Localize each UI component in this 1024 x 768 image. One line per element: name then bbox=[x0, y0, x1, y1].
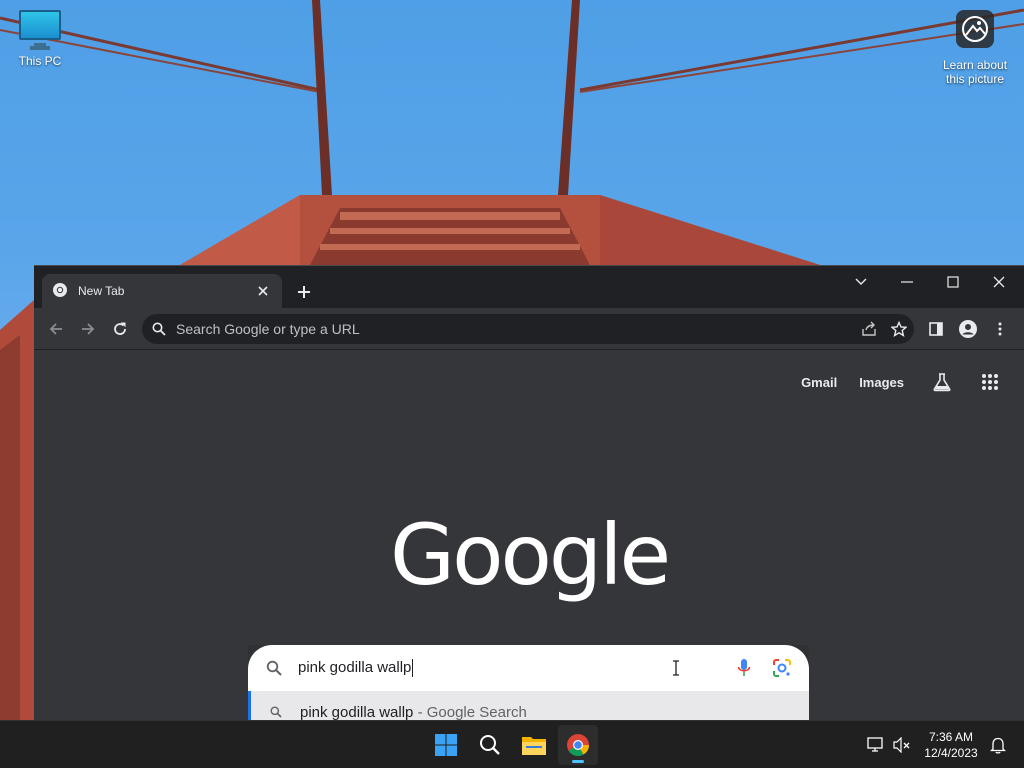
network-tray-button[interactable] bbox=[864, 721, 888, 768]
search-labs-button[interactable] bbox=[926, 366, 958, 398]
text-caret bbox=[412, 659, 414, 678]
chrome-window: New Tab Search Google or type a URL Gmai… bbox=[34, 265, 1024, 733]
share-icon bbox=[862, 321, 876, 336]
camera-spotlight-icon bbox=[956, 10, 994, 48]
volume-tray-button[interactable] bbox=[890, 721, 914, 768]
arrow-right-icon bbox=[82, 323, 95, 335]
text-cursor-icon bbox=[657, 649, 695, 687]
desktop-icon-this-pc[interactable]: This PC bbox=[10, 10, 70, 68]
star-icon bbox=[891, 321, 907, 337]
desktop-icon-learn-about-picture[interactable]: Learn about this picture bbox=[932, 10, 1018, 86]
clock[interactable]: 7:36 AM 12/4/2023 bbox=[916, 729, 986, 761]
suggestion-query: pink godilla wallp bbox=[300, 703, 414, 721]
tab-new-tab[interactable]: New Tab bbox=[42, 274, 282, 308]
monitor-icon bbox=[19, 10, 61, 47]
kebab-menu-icon bbox=[998, 322, 1002, 336]
bell-icon bbox=[990, 737, 1006, 754]
close-window-button[interactable] bbox=[976, 266, 1022, 298]
omnibox-placeholder: Search Google or type a URL bbox=[176, 321, 360, 337]
network-icon bbox=[867, 737, 883, 752]
speaker-muted-icon bbox=[893, 737, 910, 753]
new-tab-button[interactable] bbox=[292, 280, 316, 304]
images-link[interactable]: Images bbox=[859, 375, 904, 390]
browser-toolbar: Search Google or type a URL bbox=[34, 308, 1024, 350]
arrow-left-icon bbox=[49, 323, 62, 335]
plus-icon bbox=[298, 286, 310, 298]
chrome-favicon-icon bbox=[52, 282, 68, 301]
desktop-icon-label-line2: this picture bbox=[945, 72, 1005, 86]
desktop-icon-label: This PC bbox=[18, 54, 62, 68]
voice-search-button[interactable] bbox=[725, 649, 763, 687]
minimize-button[interactable] bbox=[884, 266, 930, 298]
omnibox[interactable]: Search Google or type a URL bbox=[142, 314, 914, 344]
maximize-icon bbox=[947, 276, 959, 288]
desktop-icon-label-line1: Learn about bbox=[942, 58, 1008, 72]
start-button[interactable] bbox=[426, 725, 466, 765]
gmail-link[interactable]: Gmail bbox=[801, 375, 837, 390]
google-lens-icon bbox=[773, 659, 791, 677]
back-button[interactable] bbox=[44, 317, 68, 341]
side-panel-icon bbox=[929, 322, 943, 336]
tab-title: New Tab bbox=[78, 284, 125, 298]
title-bar: New Tab bbox=[34, 266, 1024, 308]
flask-icon bbox=[933, 373, 951, 392]
close-icon[interactable] bbox=[254, 282, 272, 300]
profile-button[interactable] bbox=[956, 317, 980, 341]
search-icon bbox=[266, 660, 282, 676]
maximize-button[interactable] bbox=[930, 266, 976, 298]
chevron-down-icon bbox=[855, 278, 867, 285]
close-icon bbox=[993, 276, 1005, 288]
clock-time: 7:36 AM bbox=[928, 730, 974, 744]
chrome-taskbar-button[interactable] bbox=[558, 725, 598, 765]
folder-icon bbox=[522, 737, 546, 755]
share-button[interactable] bbox=[854, 314, 884, 344]
windows-logo-icon bbox=[435, 734, 457, 756]
taskbar-search-button[interactable] bbox=[470, 725, 510, 765]
taskbar: 7:36 AM 12/4/2023 bbox=[0, 720, 1024, 768]
notifications-button[interactable] bbox=[986, 721, 1010, 768]
search-icon bbox=[480, 735, 500, 755]
google-logo: Google bbox=[390, 506, 671, 604]
menu-button[interactable] bbox=[988, 317, 1012, 341]
minimize-icon bbox=[901, 281, 913, 283]
search-input[interactable]: pink godilla wallp bbox=[248, 645, 809, 691]
chrome-icon bbox=[567, 734, 589, 756]
new-tab-page: Gmail Images Google pink godilla wallp p… bbox=[34, 350, 1024, 733]
forward-button[interactable] bbox=[76, 317, 100, 341]
reload-button[interactable] bbox=[108, 317, 132, 341]
file-explorer-button[interactable] bbox=[514, 725, 554, 765]
grid-apps-icon bbox=[982, 374, 998, 390]
tab-search-button[interactable] bbox=[838, 266, 884, 298]
search-icon bbox=[152, 322, 166, 336]
profile-icon bbox=[959, 320, 977, 338]
search-icon bbox=[270, 706, 282, 718]
microphone-icon bbox=[737, 659, 751, 676]
google-apps-button[interactable] bbox=[974, 366, 1006, 398]
clock-date: 12/4/2023 bbox=[924, 746, 978, 760]
lens-search-button[interactable] bbox=[763, 649, 801, 687]
bookmark-button[interactable] bbox=[884, 314, 914, 344]
side-panel-button[interactable] bbox=[924, 317, 948, 341]
search-query-text: pink godilla wallp bbox=[298, 658, 412, 676]
reload-icon bbox=[114, 322, 126, 335]
top-links: Gmail Images bbox=[801, 366, 1006, 398]
suggestion-suffix: - Google Search bbox=[413, 703, 527, 721]
